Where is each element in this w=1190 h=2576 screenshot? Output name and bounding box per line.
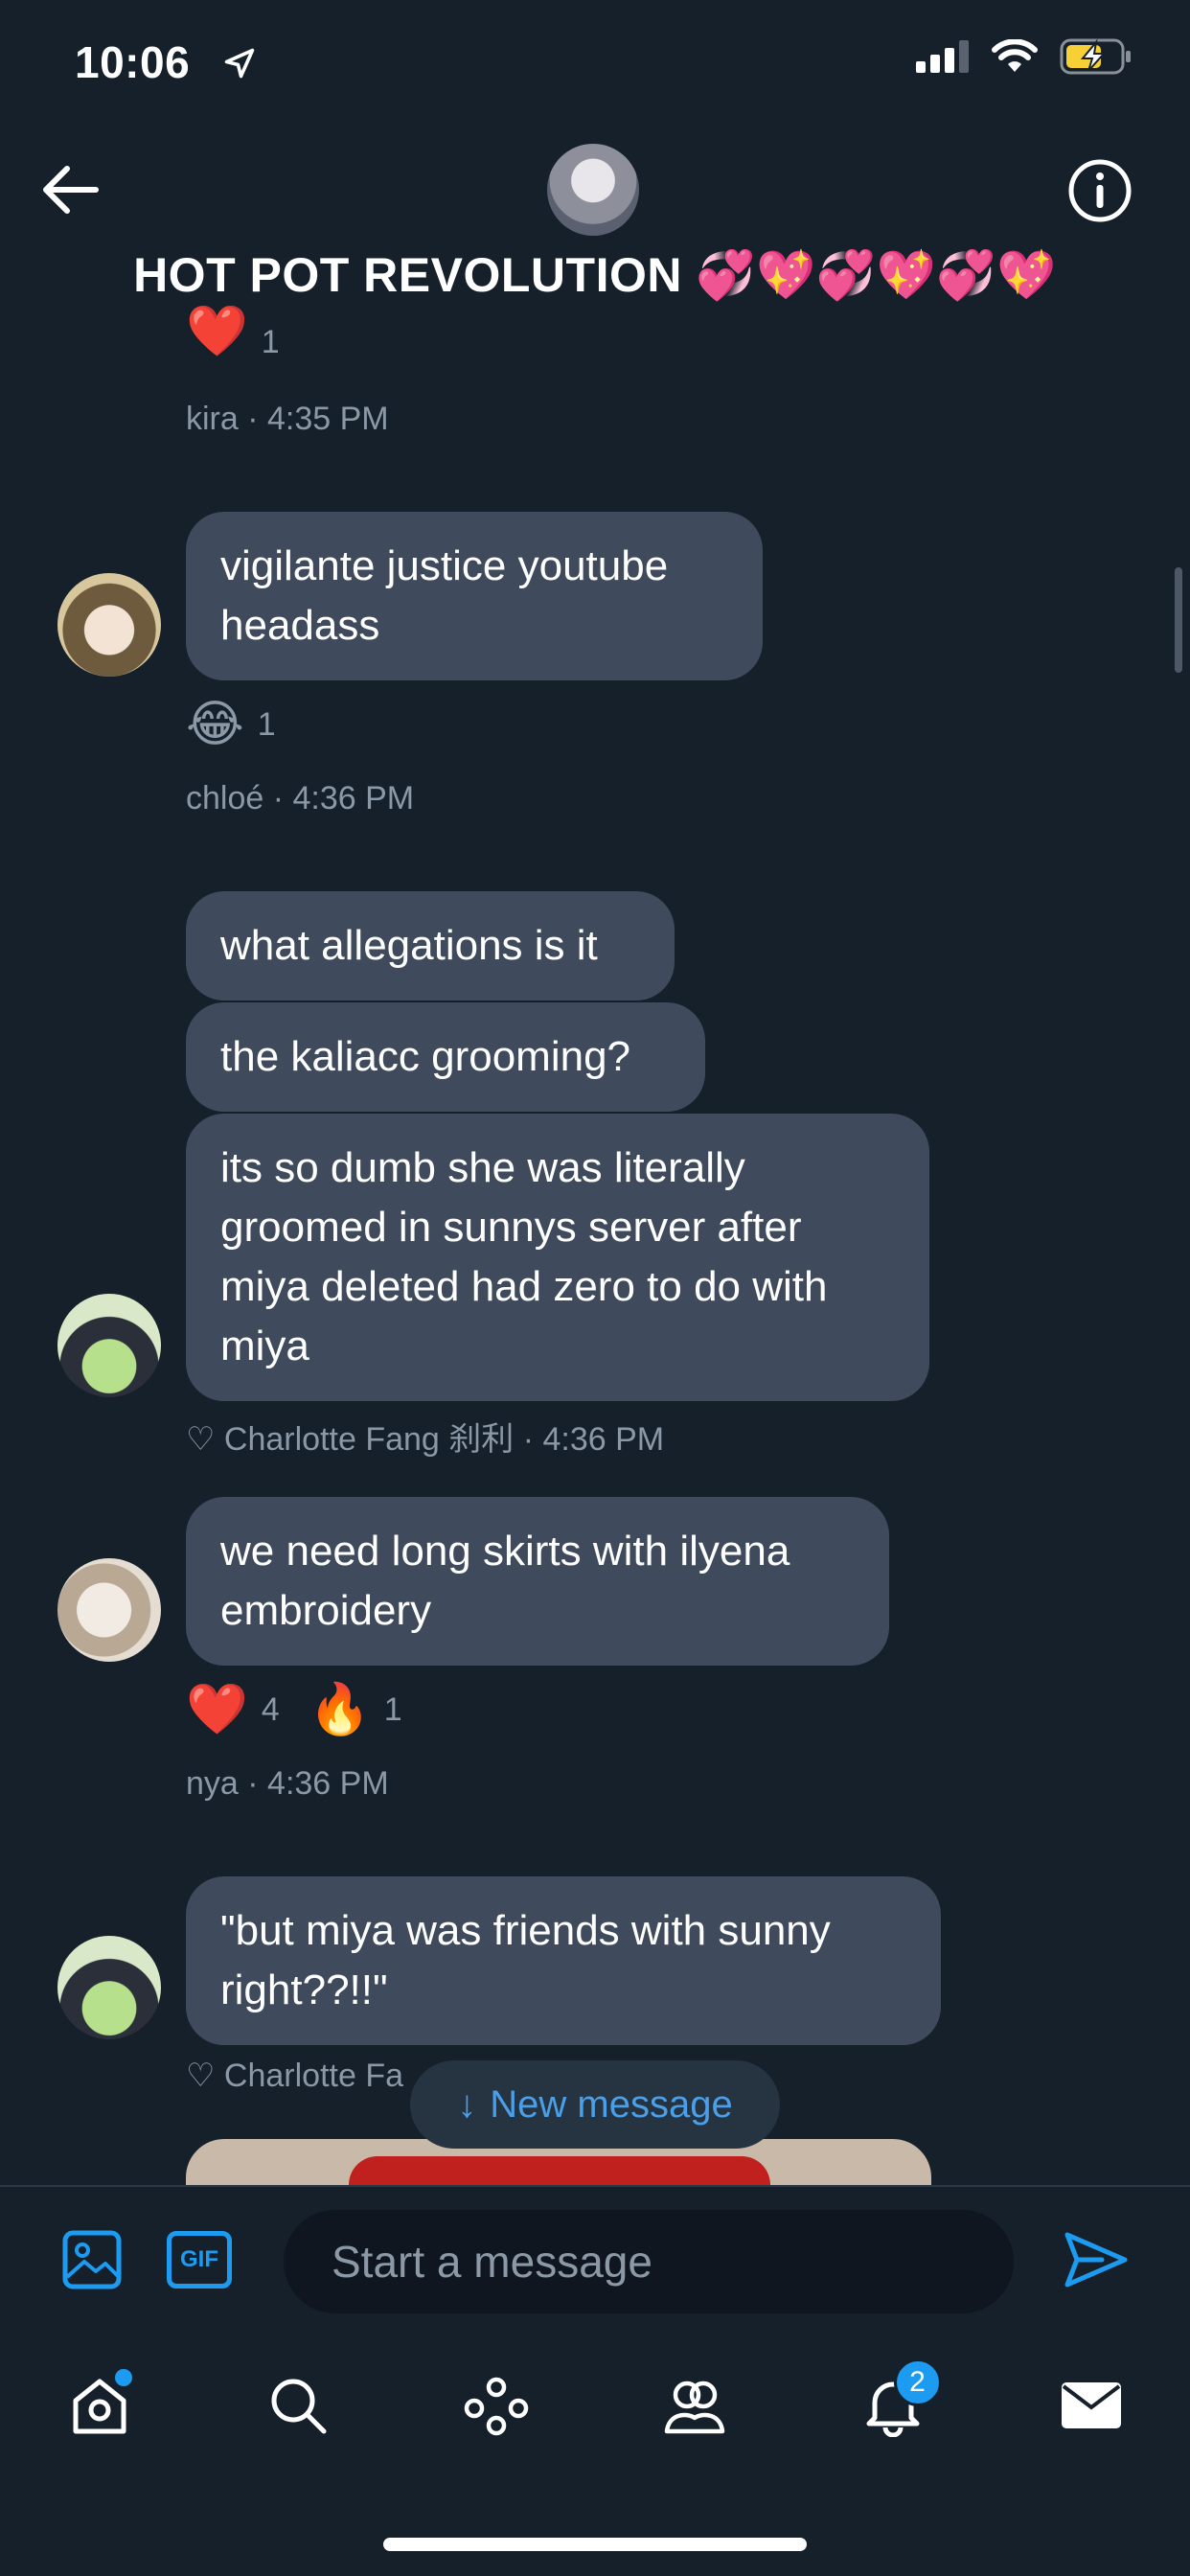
avatar[interactable] (57, 1294, 161, 1397)
status-time: 10:06 (75, 37, 191, 87)
message-bubble[interactable]: "but miya was friends with sunny right??… (186, 1876, 941, 2045)
nav-communities[interactable] (652, 2362, 738, 2449)
message-bubble[interactable]: the kaliacc grooming? (186, 1002, 705, 1112)
nav-messages[interactable] (1048, 2362, 1134, 2449)
laugh-reaction-icon: 😂 (186, 697, 244, 752)
message-bubble[interactable]: what allegations is it (186, 891, 675, 1000)
reaction-count: 1 (261, 324, 280, 360)
image-picker-icon[interactable] (61, 2229, 123, 2290)
avatar[interactable] (57, 1936, 161, 2039)
reaction-count: 4 (261, 1690, 280, 1728)
envelope-icon (1061, 2382, 1121, 2428)
scrollbar[interactable] (1175, 567, 1182, 673)
back-arrow-icon[interactable] (38, 161, 105, 218)
message-meta: kira · 4:35 PM (186, 401, 389, 437)
nav-search[interactable] (255, 2362, 341, 2449)
down-arrow-icon: ↓ (457, 2082, 477, 2126)
bottom-nav: 2 (0, 2348, 1190, 2463)
info-icon[interactable] (1067, 158, 1133, 223)
fire-reaction-icon: 🔥 (309, 1682, 371, 1737)
composer-divider (0, 2185, 1190, 2187)
home-unread-dot (111, 2366, 135, 2389)
new-message-button[interactable]: ↓ New message (410, 2060, 780, 2149)
communities-icon (664, 2380, 724, 2434)
reaction-fire[interactable]: 🔥 1 (309, 1683, 402, 1736)
reaction-count: 1 (383, 1690, 402, 1728)
reaction-laugh[interactable]: 😂 1 (186, 698, 276, 751)
conversation-title[interactable]: HOT POT REVOLUTION 💞💖💞💖💞💖 (0, 247, 1190, 304)
send-icon[interactable] (1064, 2229, 1129, 2290)
reaction-heart[interactable]: ❤️ 1 (186, 305, 280, 361)
notifications-badge: 2 (893, 2358, 942, 2406)
nav-spaces[interactable] (453, 2362, 539, 2449)
message-meta: chloé · 4:36 PM (186, 780, 415, 816)
message-input-container (284, 2210, 1014, 2313)
message-meta: nya · 4:36 PM (186, 1765, 389, 1802)
message-bubble[interactable]: its so dumb she was literally groomed in… (186, 1114, 929, 1401)
avatar[interactable] (57, 573, 161, 677)
location-arrow-icon (224, 48, 255, 79)
search-icon (271, 2379, 326, 2434)
new-message-label: New message (490, 2082, 733, 2126)
message-meta: ♡ Charlotte Fang 刹利 · 4:36 PM (186, 1421, 665, 1458)
heart-reaction-icon: ❤️ (186, 303, 248, 359)
reaction-heart[interactable]: ❤️ 4 (186, 1683, 280, 1736)
battery-charging-icon (1060, 38, 1131, 75)
nav-notifications[interactable]: 2 (850, 2358, 942, 2449)
wifi-icon (992, 39, 1038, 72)
gif-button[interactable]: GIF (167, 2231, 232, 2288)
spaces-icon (464, 2377, 528, 2436)
home-indicator[interactable] (383, 2538, 807, 2551)
heart-reaction-icon: ❤️ (186, 1682, 248, 1737)
reaction-count: 1 (257, 705, 276, 743)
message-bubble[interactable]: we need long skirts with ilyena embroide… (186, 1497, 889, 1666)
cellular-signal-icon (916, 40, 969, 73)
message-meta: ♡ Charlotte Fa (186, 2058, 404, 2094)
group-avatar[interactable] (547, 144, 639, 236)
nav-home[interactable] (57, 2362, 143, 2449)
status-indicators (916, 38, 1133, 75)
message-bubble[interactable]: vigilante justice youtube headass (186, 512, 763, 680)
avatar[interactable] (57, 1558, 161, 1662)
message-input[interactable] (284, 2210, 1014, 2313)
